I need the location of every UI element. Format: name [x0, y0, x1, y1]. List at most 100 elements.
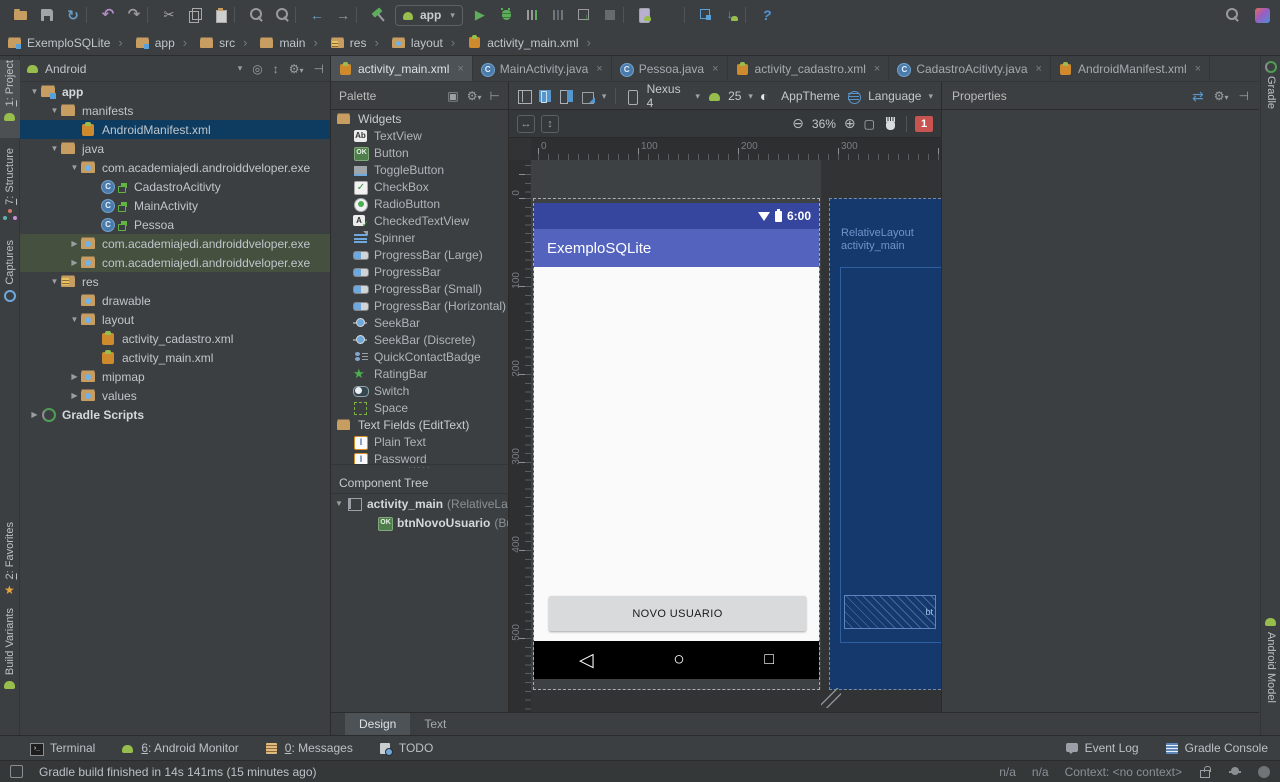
separator[interactable]: ▾ [86, 3, 95, 27]
run-config-selector[interactable]: app ▾ [395, 4, 463, 26]
attach-debugger-icon[interactable]: ▾ [571, 3, 597, 27]
novo-usuario-button[interactable]: NOVO USUARIO [549, 596, 806, 631]
stop-icon[interactable]: ▾ [597, 3, 623, 27]
close-tab-icon[interactable]: × [1036, 63, 1042, 75]
tool-window-button[interactable]: : TODO [379, 741, 433, 756]
project-tree-item[interactable]: res [20, 272, 330, 291]
project-tree-item[interactable]: activity_main.xml [20, 348, 330, 367]
breadcrumb-item[interactable]: ExemploSQLite [8, 36, 110, 50]
separator[interactable]: ▾ [356, 3, 365, 27]
palette-item[interactable]: ProgressBar (Small) [331, 280, 508, 297]
build-icon[interactable]: ▾ [365, 3, 391, 27]
zoom-fit-icon[interactable]: ▢ [864, 117, 875, 131]
project-tree-item[interactable]: manifests [20, 101, 330, 120]
nav-home-icon[interactable]: ○ [673, 649, 684, 671]
blueprint-view[interactable]: RelativeLayout activity_main bt [829, 198, 941, 690]
tree-expand-arrow[interactable] [68, 163, 81, 172]
editor-tab[interactable]: CadastroAcitivty.java × [889, 56, 1051, 81]
project-view-selector[interactable]: Android [45, 62, 86, 76]
nav-recents-icon[interactable]: □ [764, 651, 774, 669]
project-tree-item[interactable]: CadastroAcitivty [20, 177, 330, 196]
zoom-out-icon[interactable]: ⊖ [792, 115, 804, 132]
swap-views-icon[interactable]: ⇄ [1192, 88, 1204, 105]
language-selector[interactable]: Language [868, 89, 921, 103]
palette-item[interactable]: ProgressBar (Horizontal) [331, 297, 508, 314]
palette-item[interactable]: Button [331, 144, 508, 161]
palette-item[interactable]: TextView [331, 127, 508, 144]
palette-item[interactable]: CheckBox [331, 178, 508, 195]
palette-item[interactable]: Text Fields (EditText) [331, 416, 508, 433]
tree-expand-arrow[interactable] [68, 315, 81, 324]
error-count-badge[interactable]: 1 [915, 115, 933, 132]
gradle-s​ync-icon[interactable]: ▾ [658, 3, 684, 27]
editor-mode-tab[interactable]: Design [345, 713, 411, 735]
project-tree-item[interactable]: mipmap [20, 367, 330, 386]
palette-item[interactable]: Space [331, 399, 508, 416]
tree-expand-arrow[interactable] [28, 410, 41, 419]
tree-expand-arrow[interactable] [48, 144, 61, 153]
device-selector[interactable]: Nexus 4 [647, 82, 689, 110]
editor-tab[interactable]: activity_cadastro.xml × [728, 56, 890, 81]
device-monitor-icon[interactable]: ▾ [693, 3, 719, 27]
tool-window-button[interactable]: 1: Project [0, 60, 20, 138]
tree-expand-arrow[interactable] [48, 277, 61, 286]
device-preview[interactable]: 6:00 ExemploSQLite NOVO USUARIO ◁ ○ □ [533, 198, 820, 690]
tool-window-button[interactable]: 7: Structure [0, 148, 20, 234]
project-tree-item[interactable]: java [20, 139, 330, 158]
separator[interactable]: ▾ [295, 3, 304, 27]
design-canvas[interactable]: ↔ ↕ ⊖ 36% ⊕ ▢ 1 0 100 200 300 0 100 200 300 400… [509, 110, 941, 712]
palette-item[interactable]: Widgets [331, 110, 508, 127]
tree-expand-arrow[interactable] [335, 499, 347, 508]
tree-expand-arrow[interactable] [68, 258, 81, 267]
component-tree-item[interactable]: btnNovoUsuario (Button) [331, 513, 508, 532]
help-icon[interactable]: ▾ [754, 3, 780, 27]
expand-vertical-icon[interactable]: ↕ [541, 114, 559, 133]
dock-pin-icon[interactable]: ⊢ [490, 89, 500, 103]
expand-horizontal-icon[interactable]: ↔ [517, 114, 535, 133]
palette-item[interactable]: ProgressBar [331, 263, 508, 280]
redo-icon[interactable]: ▾ [121, 3, 147, 27]
collapse-all-icon[interactable]: ↕ [273, 62, 279, 76]
tool-window-button[interactable]: Gradle [1261, 60, 1280, 124]
find-icon[interactable]: ▾ [243, 3, 269, 27]
close-tab-icon[interactable]: × [457, 63, 463, 75]
back-icon[interactable]: ▾ [304, 3, 330, 27]
paste-icon[interactable]: ▾ [208, 3, 234, 27]
replace-icon[interactable]: ▾ [269, 3, 295, 27]
editor-mode-tab[interactable]: Text [410, 713, 460, 735]
open-folder-icon[interactable]: ▾ [8, 3, 34, 27]
project-tree-item[interactable]: com.academiajedi.androiddveloper.exe [20, 158, 330, 177]
search-everywhere-icon[interactable] [1219, 3, 1245, 27]
blueprint-button-outline[interactable]: bt [844, 595, 936, 629]
editor-tab[interactable]: activity_main.xml × [331, 56, 473, 81]
undo-icon[interactable]: ▾ [95, 3, 121, 27]
project-tree-item[interactable]: app [20, 82, 330, 101]
palette-item[interactable]: ToggleButton [331, 161, 508, 178]
cut-icon[interactable]: ▾ [156, 3, 182, 27]
component-tree-item[interactable]: activity_main (RelativeLayout) [331, 494, 508, 513]
project-tree-item[interactable]: MainActivity [20, 196, 330, 215]
palette-item[interactable]: SeekBar (Discrete) [331, 331, 508, 348]
palette-item[interactable]: CheckedTextView [331, 212, 508, 230]
tool-window-button[interactable]: Gradle Console [1165, 741, 1268, 755]
profiler-icon[interactable]: ▾ [545, 3, 571, 27]
save-icon[interactable]: ▾ [34, 3, 60, 27]
separator[interactable]: ▾ [234, 3, 243, 27]
theme-selector[interactable]: AppTheme [781, 89, 840, 103]
tool-window-button[interactable]: Android Model [1261, 616, 1280, 724]
run-icon[interactable]: ▾ [467, 3, 493, 27]
device-content[interactable]: NOVO USUARIO [534, 267, 819, 641]
palette-item[interactable]: Spinner [331, 229, 508, 246]
palette-item[interactable]: Switch [331, 382, 508, 399]
breadcrumb-item[interactable]: activity_main.xml [443, 35, 579, 50]
tool-window-button[interactable]: : Terminal [30, 741, 95, 756]
design-view-icon[interactable] [517, 89, 533, 104]
close-tab-icon[interactable]: × [874, 63, 880, 75]
close-tab-icon[interactable]: × [712, 63, 718, 75]
zoom-in-icon[interactable]: ⊕ [844, 115, 856, 132]
tool-window-button[interactable]: : Captures [0, 240, 20, 304]
both-views-icon[interactable] [559, 89, 574, 104]
project-tree-item[interactable]: com.academiajedi.androiddveloper.exe [20, 234, 330, 253]
separator[interactable]: ▾ [622, 3, 632, 27]
editor-tab[interactable]: MainActivity.java × [473, 56, 612, 81]
